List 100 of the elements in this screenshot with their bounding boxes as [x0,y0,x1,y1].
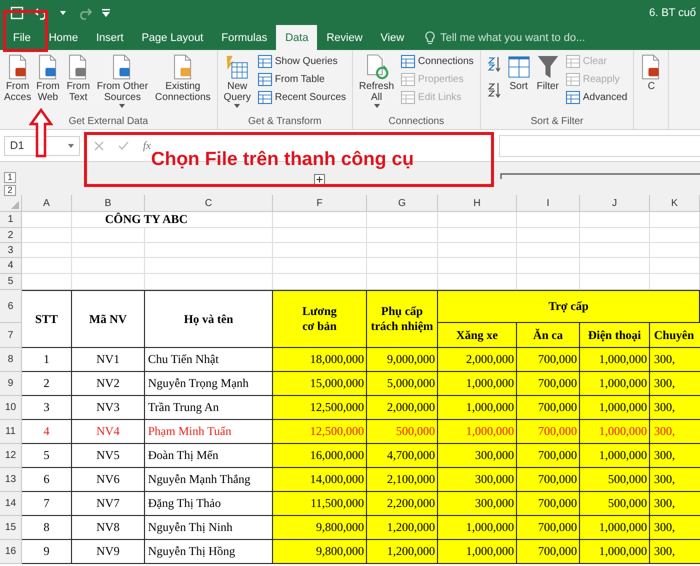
table-cell: 700,000 [517,396,580,420]
ribbon-tab[interactable]: Home [40,25,88,50]
ribbon-button[interactable]: From Acces [3,53,32,104]
table-cell: 1,000,000 [438,540,517,564]
empty-cell [650,258,700,274]
ribbon-button[interactable]: Connections [398,53,477,70]
column-header[interactable]: H [438,195,517,212]
table-cell: 300, [650,348,700,372]
row-header[interactable]: 11 [0,420,22,444]
caret-icon[interactable] [60,10,66,14]
column-header[interactable]: C [145,195,273,212]
row-header[interactable]: 13 [0,468,22,492]
caret-icon [374,104,380,108]
ribbon-tab[interactable]: Review [317,25,372,50]
table-header: Ăn ca [517,323,580,348]
insert-function-button[interactable]: fx [143,140,151,152]
row-header[interactable]: 5 [0,274,22,290]
outline-level-button[interactable]: 1 [4,172,16,182]
table-cell: 11,500,000 [273,492,367,516]
ribbon-tab[interactable]: View [372,25,414,50]
window-icon[interactable] [10,6,24,20]
row-header[interactable]: 9 [0,372,22,396]
table-cell: 4,700,000 [367,444,438,468]
column-header[interactable]: G [367,195,438,212]
ribbon-button[interactable]: From Web [33,53,63,104]
column-header[interactable]: K [650,195,700,212]
table-cell: 9,800,000 [273,516,367,540]
caret-icon [68,144,74,148]
customize-icon[interactable] [102,8,110,16]
table-cell: NV8 [72,516,145,540]
table-header: Phụ cấp trách nhiệm [367,290,438,348]
empty-cell [650,228,700,243]
table-cell: 1,000,000 [580,396,650,420]
row-header[interactable]: 6 [0,290,22,323]
ribbon-button[interactable]: From Table [254,71,350,88]
ribbon-button[interactable]: From Text [64,53,93,104]
expand-icon[interactable] [314,174,325,185]
table-cell: 9,000,000 [367,348,438,372]
empty-cell [650,243,700,258]
ribbon-tab[interactable]: Page Layout [132,25,212,50]
document-icon [6,54,29,80]
row-header[interactable]: 15 [0,516,22,540]
table-header: Mã NV [72,290,145,348]
ribbon-button[interactable]: Refresh All [356,53,398,109]
table-cell: 1,200,000 [367,516,438,540]
table-header: Chuyên [650,323,700,348]
table-cell: 16,000,000 [273,444,367,468]
row-header[interactable]: 14 [0,492,22,516]
row-header[interactable]: 2 [0,228,22,243]
table-cell: 1,000,000 [438,516,517,540]
table-cell: 6 [22,468,72,492]
row-header[interactable]: 4 [0,258,22,274]
row-header[interactable]: 16 [0,540,22,564]
table-cell: NV9 [72,540,145,564]
table-cell: 500,000 [580,468,650,492]
column-header[interactable]: B [72,195,145,212]
table-cell: 1,000,000 [580,372,650,396]
empty-cell [517,258,580,274]
table-cell: 700,000 [517,372,580,396]
table-cell: 18,000,000 [273,348,367,372]
table-cell: 2,000,000 [438,348,517,372]
table-cell: 2,100,000 [367,468,438,492]
ribbon-button[interactable]: Recent Sources [254,89,350,106]
ribbon-tab[interactable]: Formulas [212,25,276,50]
search-field[interactable]: Tell me what you want to do... [440,32,610,44]
table-cell: 2,000,000 [367,396,438,420]
ribbon-button[interactable]: Show Queries [254,53,350,70]
table-cell: 5,000,000 [367,372,438,396]
column-header[interactable]: A [22,195,72,212]
table-cell: 300, [650,420,700,444]
outline-level-button[interactable]: 2 [4,184,16,196]
table-cell: 1,000,000 [580,420,650,444]
ribbon-tab[interactable]: Data [276,25,318,50]
ribbon-button[interactable]: Sort [504,53,533,93]
ribbon-button[interactable]: Advanced [562,89,630,106]
table-cell: NV6 [72,468,145,492]
formula-input[interactable] [499,134,700,156]
empty-cell [367,258,438,274]
ribbon-button[interactable]: Existing Connections [152,53,214,104]
row-header[interactable]: 12 [0,444,22,468]
column-header[interactable]: F [273,195,367,212]
refresh-icon [364,54,389,80]
column-header[interactable]: J [580,195,650,212]
ribbon-button[interactable]: C [637,53,666,93]
table-cell: 300, [650,372,700,396]
table-cell: NV1 [72,348,145,372]
table-cell: 700,000 [517,468,580,492]
table-cell: 500,000 [580,492,650,516]
ribbon-button[interactable]: New Query [220,53,254,109]
row-header[interactable]: 10 [0,396,22,420]
check-icon[interactable] [118,140,129,150]
row-header[interactable]: 7 [0,323,22,348]
window-title: 6. BT cuố [649,6,697,18]
row-header[interactable]: 1 [0,212,22,228]
ribbon-button[interactable]: Filter [534,53,562,93]
ribbon-button[interactable]: From Other Sources [94,53,152,109]
ribbon-tab[interactable]: Insert [87,25,133,50]
column-header[interactable]: I [517,195,580,212]
row-header[interactable]: 3 [0,243,22,258]
row-header[interactable]: 8 [0,348,22,372]
